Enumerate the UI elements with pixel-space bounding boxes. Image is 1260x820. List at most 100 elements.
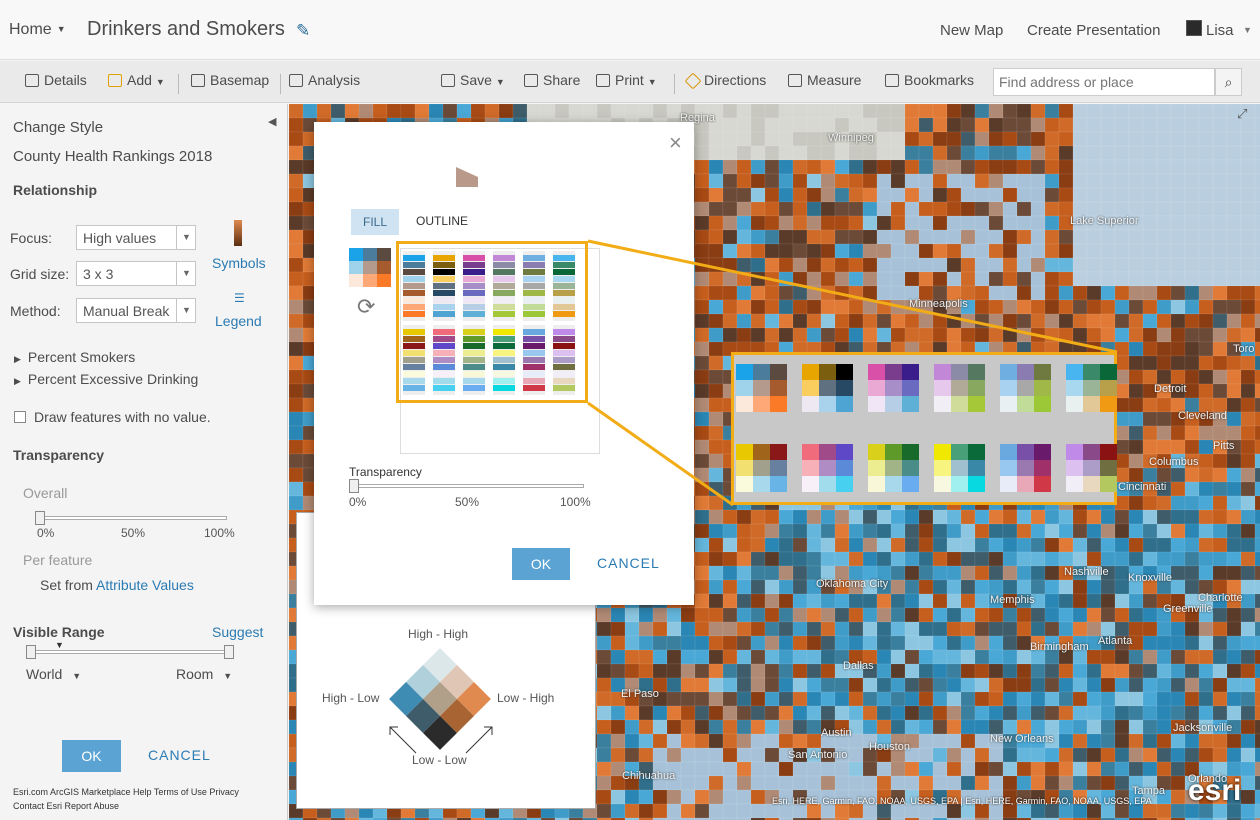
county-polygon[interactable]: [1016, 649, 1032, 665]
county-polygon[interactable]: [932, 523, 948, 539]
county-polygon[interactable]: [1254, 201, 1260, 217]
palette-option[interactable]: [868, 444, 919, 492]
county-polygon[interactable]: [890, 313, 906, 329]
county-polygon[interactable]: [1058, 145, 1074, 161]
county-polygon[interactable]: [1030, 705, 1046, 721]
county-polygon[interactable]: [1114, 397, 1130, 413]
county-polygon[interactable]: [1198, 173, 1214, 189]
county-polygon[interactable]: [862, 104, 878, 119]
county-polygon[interactable]: [960, 579, 976, 595]
county-polygon[interactable]: [638, 719, 654, 735]
county-polygon[interactable]: [862, 551, 878, 567]
county-polygon[interactable]: [680, 677, 696, 693]
county-polygon[interactable]: [1128, 733, 1144, 749]
county-polygon[interactable]: [750, 649, 766, 665]
county-polygon[interactable]: [289, 104, 304, 119]
county-polygon[interactable]: [638, 104, 654, 119]
county-polygon[interactable]: [1240, 579, 1256, 595]
county-polygon[interactable]: [1114, 355, 1130, 371]
county-polygon[interactable]: [1226, 663, 1242, 679]
county-polygon[interactable]: [904, 635, 920, 651]
county-polygon[interactable]: [708, 383, 724, 399]
county-polygon[interactable]: [289, 173, 304, 189]
county-polygon[interactable]: [1142, 215, 1158, 231]
county-polygon[interactable]: [1156, 467, 1172, 483]
county-polygon[interactable]: [862, 509, 878, 525]
legend-link[interactable]: Legend: [215, 313, 262, 329]
county-polygon[interactable]: [1254, 803, 1260, 819]
county-polygon[interactable]: [960, 523, 976, 539]
county-polygon[interactable]: [1254, 565, 1260, 581]
county-polygon[interactable]: [932, 131, 948, 147]
county-polygon[interactable]: [1156, 761, 1172, 777]
county-polygon[interactable]: [289, 299, 304, 315]
county-polygon[interactable]: [736, 131, 752, 147]
county-polygon[interactable]: [918, 243, 934, 259]
county-polygon[interactable]: [1128, 523, 1144, 539]
county-polygon[interactable]: [386, 104, 402, 119]
county-polygon[interactable]: [988, 579, 1004, 595]
county-polygon[interactable]: [736, 565, 752, 581]
county-polygon[interactable]: [1030, 607, 1046, 623]
county-polygon[interactable]: [974, 327, 990, 343]
county-polygon[interactable]: [1128, 173, 1144, 189]
county-polygon[interactable]: [890, 117, 906, 133]
county-polygon[interactable]: [1086, 299, 1102, 315]
county-polygon[interactable]: [904, 131, 920, 147]
county-polygon[interactable]: [1058, 313, 1074, 329]
county-polygon[interactable]: [736, 159, 752, 175]
county-polygon[interactable]: [1072, 537, 1088, 553]
county-polygon[interactable]: [289, 495, 304, 511]
county-polygon[interactable]: [1184, 173, 1200, 189]
county-polygon[interactable]: [890, 523, 906, 539]
county-polygon[interactable]: [1198, 677, 1214, 693]
county-polygon[interactable]: [848, 243, 864, 259]
county-polygon[interactable]: [792, 537, 808, 553]
county-polygon[interactable]: [1170, 537, 1186, 553]
county-polygon[interactable]: [764, 677, 780, 693]
county-polygon[interactable]: [1212, 467, 1228, 483]
county-polygon[interactable]: [806, 761, 822, 777]
county-polygon[interactable]: [918, 509, 934, 525]
county-polygon[interactable]: [750, 145, 766, 161]
county-polygon[interactable]: [289, 439, 304, 455]
county-polygon[interactable]: [1058, 117, 1074, 133]
county-polygon[interactable]: [764, 509, 780, 525]
county-polygon[interactable]: [932, 215, 948, 231]
county-polygon[interactable]: [1016, 257, 1032, 273]
county-polygon[interactable]: [820, 229, 836, 245]
county-polygon[interactable]: [918, 565, 934, 581]
county-polygon[interactable]: [890, 621, 906, 637]
county-polygon[interactable]: [1044, 747, 1060, 763]
county-polygon[interactable]: [1100, 131, 1116, 147]
county-polygon[interactable]: [904, 649, 920, 665]
county-polygon[interactable]: [1128, 131, 1144, 147]
county-polygon[interactable]: [1058, 691, 1074, 707]
county-polygon[interactable]: [1240, 677, 1256, 693]
county-polygon[interactable]: [1198, 243, 1214, 259]
county-polygon[interactable]: [722, 761, 738, 777]
county-polygon[interactable]: [1240, 481, 1256, 497]
county-polygon[interactable]: [694, 593, 710, 609]
county-polygon[interactable]: [1156, 173, 1172, 189]
county-polygon[interactable]: [960, 104, 976, 119]
county-polygon[interactable]: [1142, 663, 1158, 679]
county-polygon[interactable]: [1058, 271, 1074, 287]
tab-outline[interactable]: OUTLINE: [416, 214, 468, 228]
county-polygon[interactable]: [722, 243, 738, 259]
county-polygon[interactable]: [1114, 411, 1130, 427]
county-polygon[interactable]: [1198, 733, 1214, 749]
county-polygon[interactable]: [1170, 271, 1186, 287]
county-polygon[interactable]: [1254, 355, 1260, 371]
county-polygon[interactable]: [1254, 159, 1260, 175]
county-polygon[interactable]: [289, 369, 304, 385]
county-polygon[interactable]: [638, 705, 654, 721]
county-polygon[interactable]: [806, 635, 822, 651]
county-polygon[interactable]: [960, 187, 976, 203]
county-polygon[interactable]: [820, 243, 836, 259]
county-polygon[interactable]: [722, 635, 738, 651]
county-polygon[interactable]: [918, 187, 934, 203]
county-polygon[interactable]: [876, 551, 892, 567]
county-polygon[interactable]: [1058, 159, 1074, 175]
county-polygon[interactable]: [1128, 691, 1144, 707]
